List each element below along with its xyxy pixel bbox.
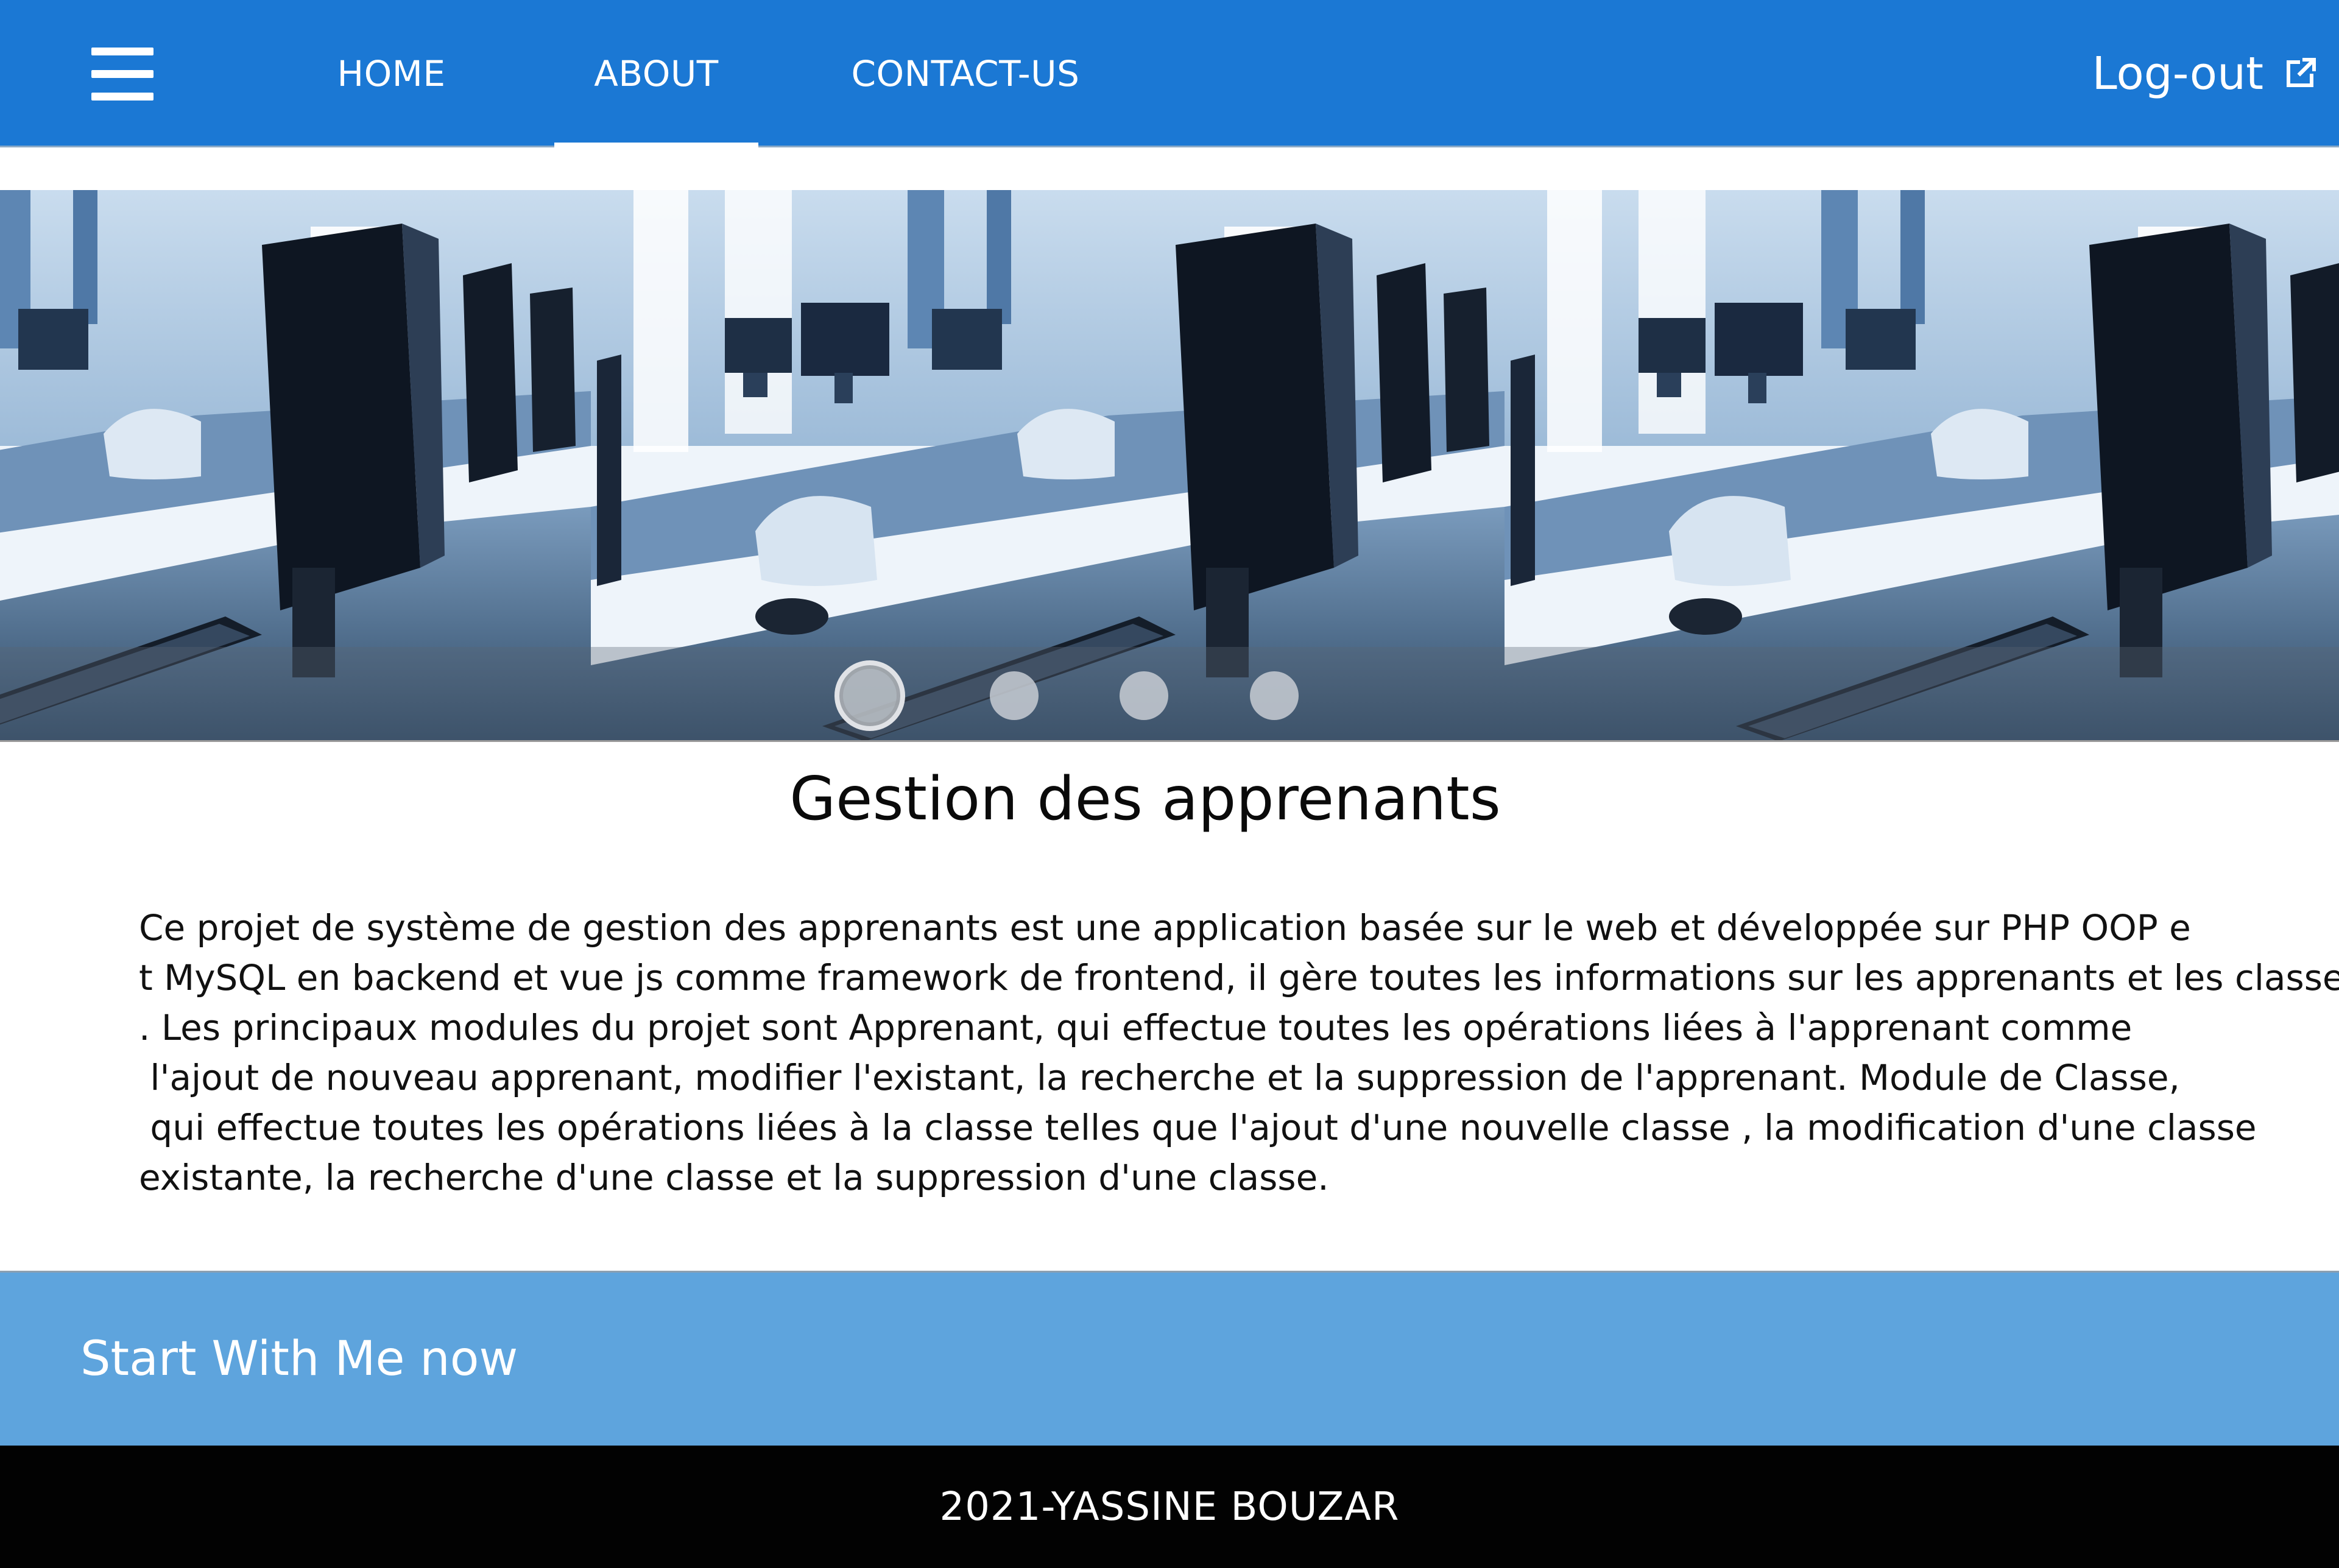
- carousel-dot-4[interactable]: [1250, 671, 1299, 720]
- carousel-dot-1[interactable]: [834, 660, 905, 731]
- description-line: t MySQL en backend et vue js comme frame…: [139, 957, 2339, 998]
- carousel-dot-2[interactable]: [990, 671, 1039, 720]
- hero-carousel[interactable]: [0, 190, 2339, 741]
- call-to-action-band: Start With Me now: [0, 1271, 2339, 1446]
- nav-link-about[interactable]: ABOUT: [554, 0, 758, 147]
- carousel-dot-3[interactable]: [1120, 671, 1168, 720]
- divider: [0, 740, 2339, 742]
- nav-link-about-label: ABOUT: [594, 53, 719, 94]
- description-line: . Les principaux modules du projet sont …: [139, 1007, 2133, 1048]
- description-paragraph: Ce projet de système de gestion des appr…: [139, 903, 2339, 1202]
- description-line: Ce projet de système de gestion des appr…: [139, 907, 2191, 948]
- nav-link-contact-us[interactable]: CONTACT-US: [838, 0, 1093, 147]
- page-title: Gestion des apprenants: [789, 765, 1501, 834]
- footer-copyright: 2021-YASSINE BOUZAR: [939, 1484, 1400, 1530]
- active-tab-indicator: [554, 143, 758, 147]
- nav-link-contact-us-label: CONTACT-US: [851, 53, 1080, 94]
- nav-link-home-label: HOME: [337, 53, 446, 94]
- start-with-me-link[interactable]: Start With Me now: [80, 1273, 518, 1446]
- hamburger-menu-icon[interactable]: [91, 48, 153, 101]
- top-navbar: HOME ABOUT CONTACT-US Log-out: [0, 0, 2339, 147]
- description-line: existante, la recherche d'une classe et …: [139, 1157, 1329, 1198]
- nav-link-home[interactable]: HOME: [317, 0, 466, 147]
- logout-button[interactable]: Log-out: [2092, 0, 2321, 147]
- footer: 2021-YASSINE BOUZAR: [0, 1446, 2339, 1568]
- external-link-icon: [2287, 58, 2316, 87]
- description-line: qui effectue toutes les opérations liées…: [139, 1107, 2257, 1148]
- carousel-indicator-bar: [0, 647, 2339, 741]
- logout-label: Log-out: [2092, 48, 2263, 100]
- description-line: l'ajout de nouveau apprenant, modifier l…: [139, 1057, 2180, 1098]
